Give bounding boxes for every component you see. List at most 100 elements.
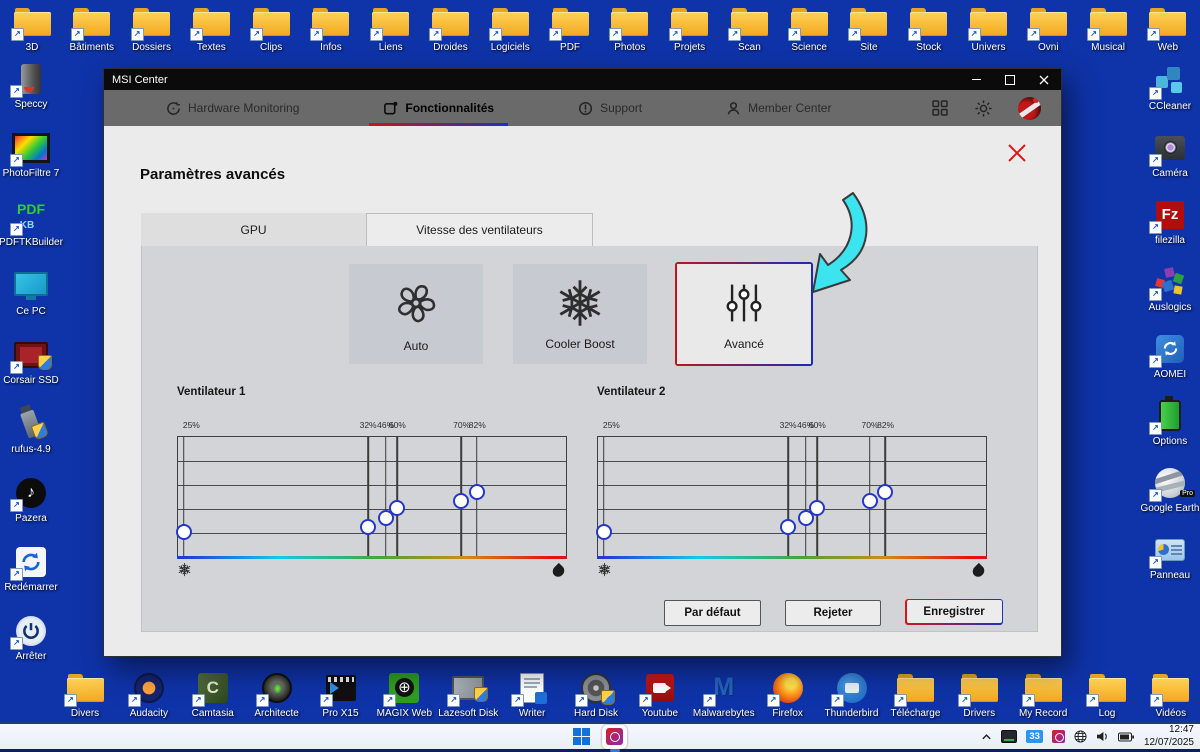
desktop-icon-firefox[interactable]: ↗ Firefox bbox=[759, 669, 817, 719]
desktop-icon-logiciels[interactable]: ↗ Logiciels bbox=[481, 3, 539, 53]
dialog-title: Paramètres avancés bbox=[140, 166, 285, 183]
desktop-icon-filezilla[interactable]: Fz↗ filezilla bbox=[1141, 196, 1199, 246]
desktop-icon-options[interactable]: ↗ Options bbox=[1141, 397, 1199, 447]
tray-msi-icon[interactable] bbox=[1052, 730, 1065, 743]
desktop-icon-auslogics[interactable]: ↗ Auslogics bbox=[1141, 263, 1199, 313]
desktop-icon-malwarebytes[interactable]: M↗ Malwarebytes bbox=[695, 669, 753, 719]
desktop-icon-liens[interactable]: ↗ Liens bbox=[362, 3, 420, 53]
desktop-icon-camtasia[interactable]: C↗ Camtasia bbox=[184, 669, 242, 719]
desktop-icon-droides[interactable]: ↗ Droides bbox=[421, 3, 479, 53]
fan-curve-handle[interactable] bbox=[360, 519, 376, 535]
desktop-icon-pdftkbuilder[interactable]: PDF KB↗ PDFTKBuilder bbox=[2, 198, 60, 248]
fan-curve-handle[interactable] bbox=[862, 493, 878, 509]
desktop-icon-web[interactable]: ↗ Web bbox=[1139, 3, 1197, 53]
running-indicator bbox=[610, 749, 620, 752]
desktop-icon-telecharge[interactable]: ↗ Télécharge bbox=[886, 669, 944, 719]
desktop-icon-pdf[interactable]: ↗ PDF bbox=[541, 3, 599, 53]
tray-chevron-icon[interactable] bbox=[981, 733, 992, 741]
desktop-icon-youtube[interactable]: ↗ Youtube bbox=[631, 669, 689, 719]
desktop-icon-speccy[interactable]: ↗ Speccy bbox=[2, 60, 60, 110]
tray-network-globe-icon[interactable] bbox=[1074, 730, 1087, 743]
close-button[interactable] bbox=[1027, 69, 1061, 90]
fan-curve-plot bbox=[597, 436, 987, 557]
desktop-icon-textes[interactable]: ↗ Textes bbox=[182, 3, 240, 53]
desktop-icon-batiments[interactable]: ↗ Bâtiments bbox=[63, 3, 121, 53]
nav-tab-member-center[interactable]: Member Center bbox=[726, 101, 831, 116]
desktop-icon-ccleaner[interactable]: ↗ CCleaner bbox=[1141, 62, 1199, 112]
desktop-icon-ovni[interactable]: ↗ Ovni bbox=[1019, 3, 1077, 53]
dialog-close-icon[interactable] bbox=[1005, 141, 1031, 167]
desktop-icon-pazera[interactable]: ♪↗ Pazera bbox=[2, 474, 60, 524]
desktop-icon-aomei[interactable]: ↗ AOMEI bbox=[1141, 330, 1199, 380]
save-button[interactable]: Enregistrer bbox=[907, 600, 1002, 623]
nav-tab-support[interactable]: Support bbox=[578, 101, 642, 116]
desktop-icon-science[interactable]: ↗ Science bbox=[780, 3, 838, 53]
desktop-icon-panneau[interactable]: ↗ Panneau bbox=[1141, 531, 1199, 581]
mode-card-cooler-boost[interactable]: Cooler Boost bbox=[513, 264, 647, 364]
desktop-icon-infos[interactable]: ↗ Infos bbox=[302, 3, 360, 53]
fan-curve-handle[interactable] bbox=[596, 524, 612, 540]
desktop-icon-univers[interactable]: ↗ Univers bbox=[960, 3, 1018, 53]
maximize-button[interactable] bbox=[993, 69, 1027, 90]
desktop-icon-my-record[interactable]: ↗ My Record bbox=[1014, 669, 1072, 719]
desktop-icon-google-earth[interactable]: Pro↗ Google Earth bbox=[1141, 464, 1199, 514]
reject-button[interactable]: Rejeter bbox=[785, 600, 881, 626]
tray-volume-icon[interactable] bbox=[1096, 731, 1109, 742]
desktop-icon-clips[interactable]: ↗ Clips bbox=[242, 3, 300, 53]
minimize-button[interactable] bbox=[959, 69, 993, 90]
desktop-icon-scan[interactable]: ↗ Scan bbox=[720, 3, 778, 53]
mode-card-avance[interactable]: Avancé bbox=[677, 264, 811, 364]
desktop-icon-pro-x15[interactable]: ↗ Pro X15 bbox=[312, 669, 370, 719]
desktop-icon-rufus-4-9[interactable]: rufus-4.9 bbox=[2, 405, 60, 455]
apps-grid-icon[interactable] bbox=[931, 99, 949, 117]
start-button[interactable] bbox=[573, 728, 591, 746]
desktop-icon-corsair-ssd[interactable]: ↗ Corsair SSD bbox=[2, 336, 60, 386]
msi-center-taskbar-icon[interactable] bbox=[602, 725, 627, 749]
fan-curve-handle[interactable] bbox=[176, 524, 192, 540]
desktop-icon-hard-disk[interactable]: ↗ Hard Disk bbox=[567, 669, 625, 719]
tray-battery-icon[interactable] bbox=[1118, 732, 1135, 742]
mode-card-auto[interactable]: Auto bbox=[349, 264, 483, 364]
desktop-icon-musical[interactable]: ↗ Musical bbox=[1079, 3, 1137, 53]
desktop-icon-magix-web[interactable]: ⊕↗ MAGIX Web bbox=[375, 669, 433, 719]
fan-curve-handle[interactable] bbox=[469, 484, 485, 500]
nav-tab-fonctionnalites[interactable]: Fonctionnalités bbox=[383, 101, 494, 116]
settings-gear-icon[interactable] bbox=[974, 99, 993, 118]
desktop-icon-photofiltre-7[interactable]: ↗ PhotoFiltre 7 bbox=[2, 129, 60, 179]
fan-curve-handle[interactable] bbox=[809, 500, 825, 516]
fan-curve-handle[interactable] bbox=[389, 500, 405, 516]
dialog-tab-gpu[interactable]: GPU bbox=[141, 213, 366, 246]
desktop-icon-divers[interactable]: ↗ Divers bbox=[56, 669, 114, 719]
desktop-icon-videos[interactable]: ↗ Vidéos bbox=[1142, 669, 1200, 719]
window-titlebar[interactable]: MSI Center bbox=[104, 69, 1061, 90]
desktop-icon-stock[interactable]: ↗ Stock bbox=[900, 3, 958, 53]
desktop-icon-audacity[interactable]: ↗ Audacity bbox=[120, 669, 178, 719]
desktop-icon-arreter[interactable]: ↗ Arrêter bbox=[2, 612, 60, 662]
fan-curve-handle[interactable] bbox=[780, 519, 796, 535]
user-avatar[interactable] bbox=[1018, 97, 1041, 120]
gridline bbox=[178, 509, 566, 510]
desktop-icon-site[interactable]: ↗ Site bbox=[840, 3, 898, 53]
desktop-icon-projets[interactable]: ↗ Projets bbox=[661, 3, 719, 53]
tray-count-badge[interactable]: 33 bbox=[1026, 730, 1043, 743]
fan-curve-handle[interactable] bbox=[877, 484, 893, 500]
default-button[interactable]: Par défaut bbox=[664, 600, 761, 626]
clock[interactable]: 12:47 12/07/2025 bbox=[1144, 724, 1194, 749]
desktop-icon-log[interactable]: ↗ Log bbox=[1078, 669, 1136, 719]
nav-tab-hardware-monitoring[interactable]: Hardware Monitoring bbox=[166, 101, 299, 116]
desktop-icon-ce-pc[interactable]: Ce PC bbox=[2, 267, 60, 317]
desktop-icon-lazesoft-disk[interactable]: ↗ Lazesoft Disk bbox=[439, 669, 497, 719]
desktop-icon-architecte[interactable]: ↗ Architecte bbox=[248, 669, 306, 719]
fan-curve-handle[interactable] bbox=[453, 493, 469, 509]
desktop-icon-redemarrer[interactable]: ↗ Redémarrer bbox=[2, 543, 60, 593]
desktop-icon-camera[interactable]: ↗ Caméra bbox=[1141, 129, 1199, 179]
desktop-icon-photos[interactable]: ↗ Photos bbox=[601, 3, 659, 53]
shortcut-arrow-icon: ↗ bbox=[190, 28, 203, 41]
desktop-icon-drivers[interactable]: ↗ Drivers bbox=[950, 669, 1008, 719]
desktop-icon-thunderbird[interactable]: ↗ Thunderbird bbox=[823, 669, 881, 719]
desktop-icon-3d[interactable]: ↗ 3D bbox=[3, 3, 61, 53]
dialog-tab-vitesse-des-ventilateurs[interactable]: Vitesse des ventilateurs bbox=[366, 213, 593, 246]
desktop-icon-dossiers[interactable]: ↗ Dossiers bbox=[123, 3, 181, 53]
tray-monitor-icon[interactable] bbox=[1001, 730, 1017, 743]
desktop-icon-writer[interactable]: ↗ Writer bbox=[503, 669, 561, 719]
